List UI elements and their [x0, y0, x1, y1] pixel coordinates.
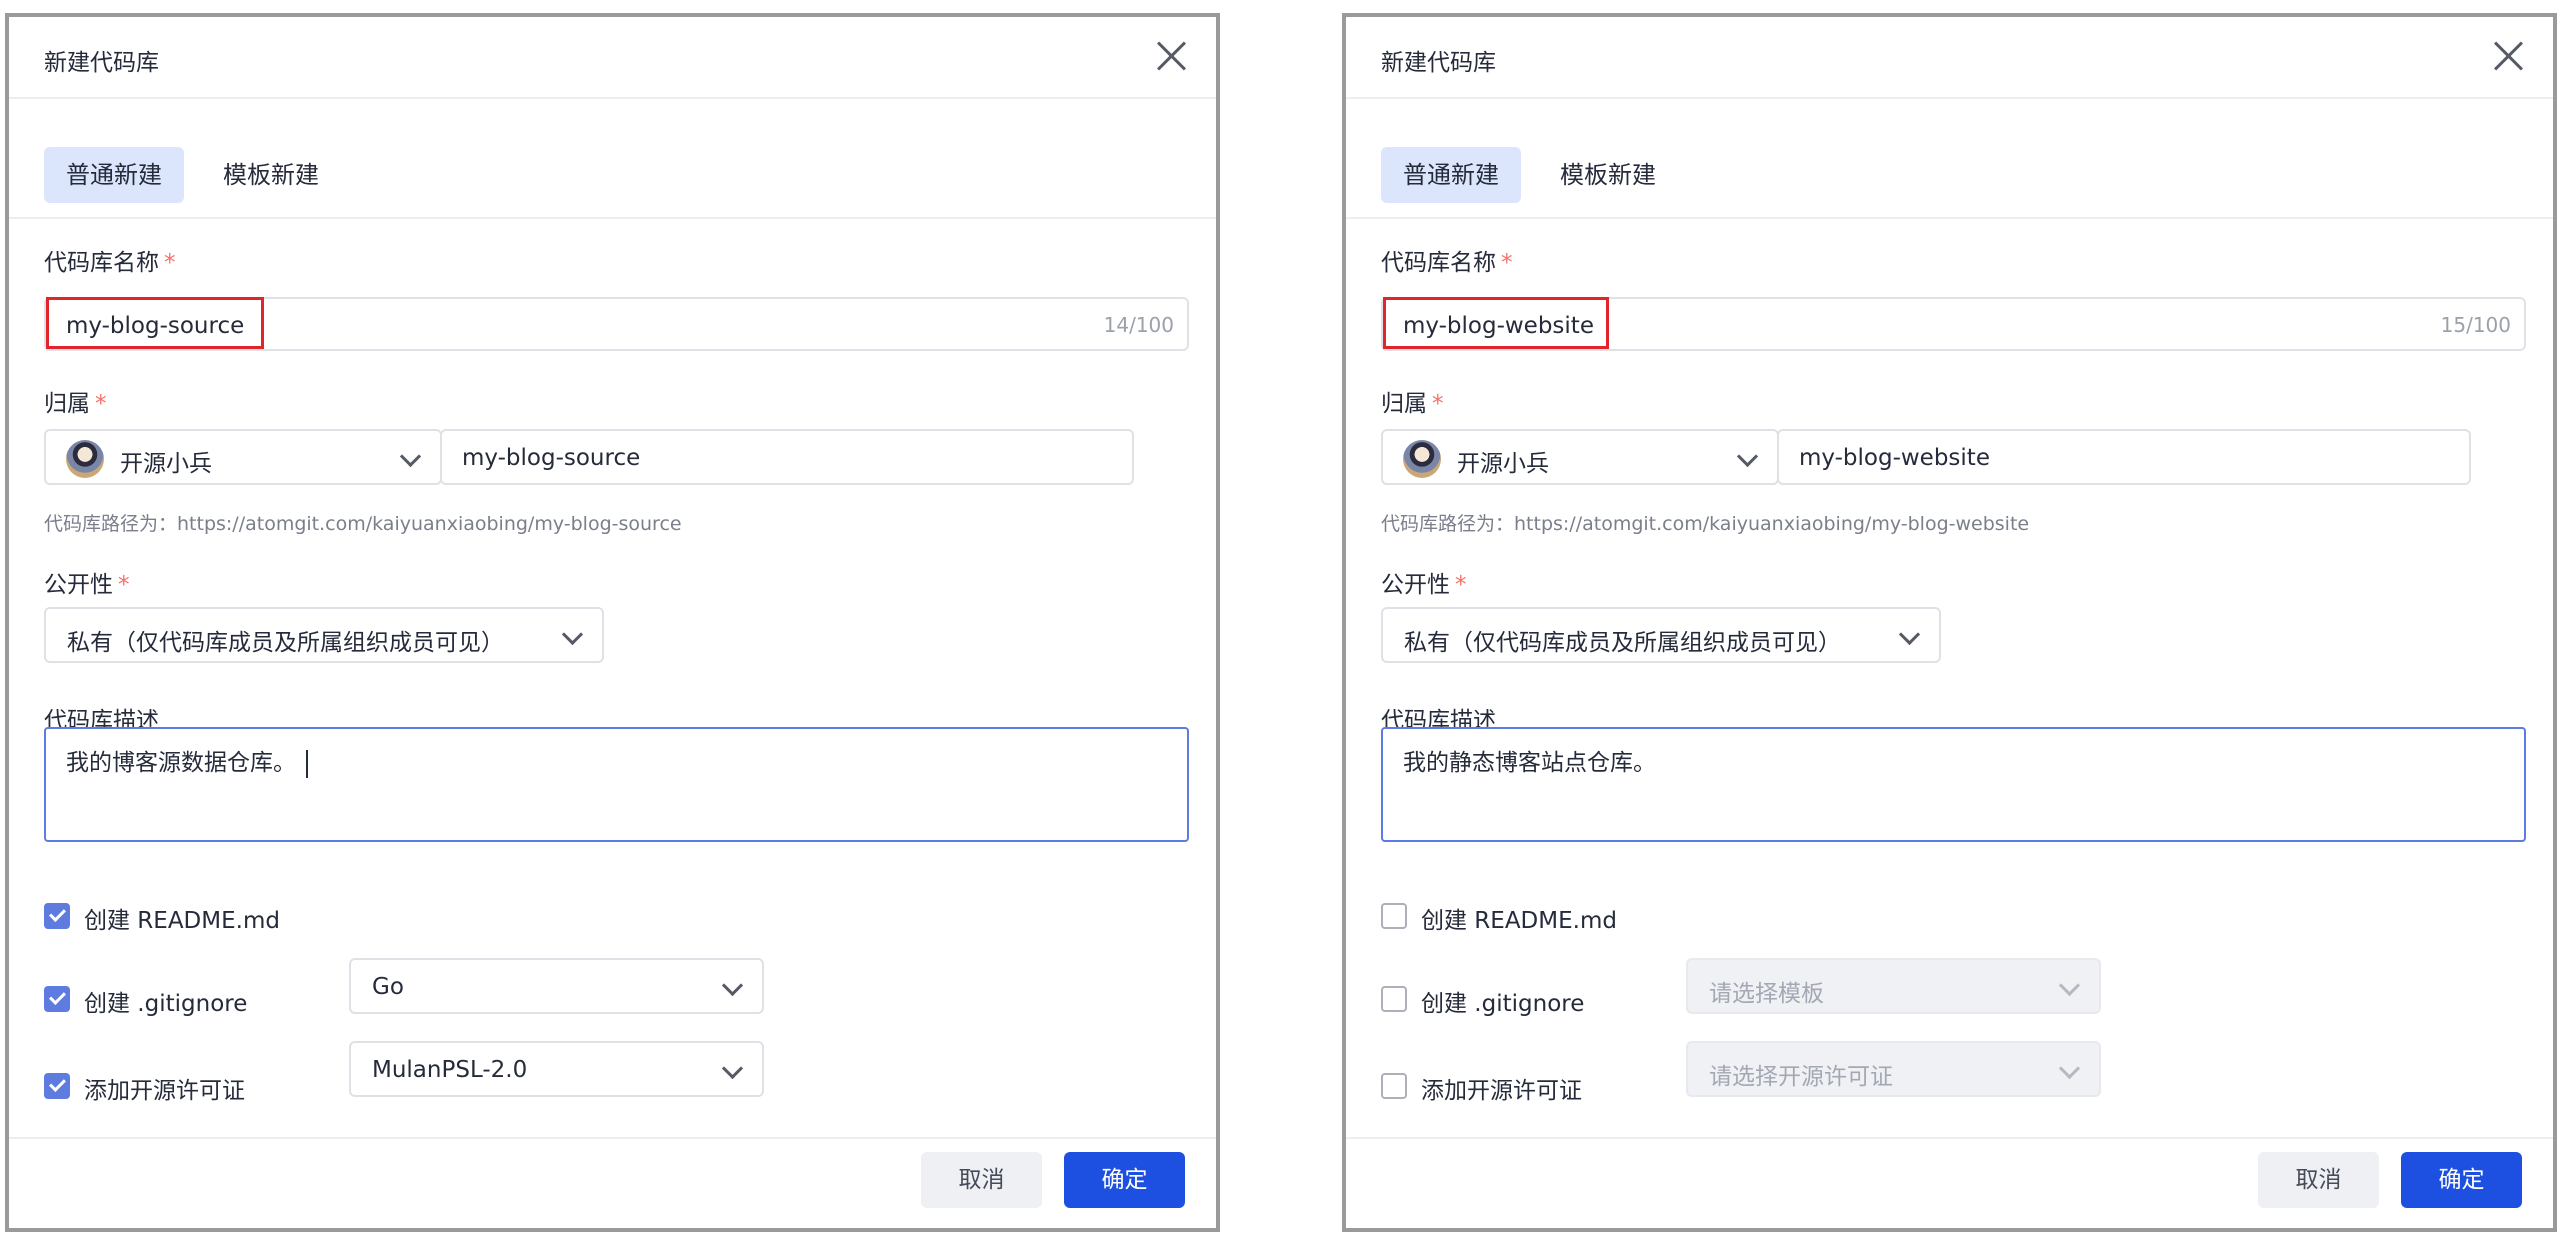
tab-normal-create[interactable]: 普通新建	[1381, 147, 1521, 203]
description-textarea[interactable]: 我的静态博客站点仓库。	[1381, 727, 2526, 842]
license-label: 添加开源许可证	[1421, 1078, 1582, 1104]
readme-label: 创建 README.md	[84, 908, 280, 934]
visibility-select[interactable]: 私有（仅代码库成员及所属组织成员可见）	[44, 607, 604, 663]
required-mark: *	[164, 250, 176, 276]
repo-path-input[interactable]: my-blog-website	[1777, 429, 2471, 485]
repo-name-label: 代码库名称 *	[44, 250, 176, 276]
footer-divider	[9, 1137, 1216, 1139]
chevron-down-icon	[2058, 1057, 2081, 1080]
cancel-button[interactable]: 取消	[921, 1152, 1042, 1208]
owner-select[interactable]: 开源小兵	[1381, 429, 1779, 485]
repo-path-value: my-blog-source	[462, 445, 641, 471]
chevron-down-icon	[1736, 445, 1759, 468]
license-value: MulanPSL-2.0	[372, 1057, 528, 1083]
visibility-label: 公开性 *	[1381, 572, 1467, 598]
cancel-button[interactable]: 取消	[2258, 1152, 2379, 1208]
new-repo-dialog-right: 新建代码库 普通新建 模板新建 代码库名称 * my-blog-website 1…	[1342, 13, 2557, 1232]
highlight-box	[46, 297, 264, 349]
description-value: 我的博客源数据仓库。	[66, 750, 296, 776]
chevron-down-icon	[561, 623, 584, 646]
dialog-title: 新建代码库	[44, 50, 159, 76]
gitignore-checkbox[interactable]	[44, 986, 70, 1012]
highlight-box	[1383, 297, 1609, 349]
visibility-select[interactable]: 私有（仅代码库成员及所属组织成员可见）	[1381, 607, 1941, 663]
avatar	[1403, 440, 1441, 478]
owner-name: 开源小兵	[1457, 451, 1549, 477]
avatar	[66, 440, 104, 478]
tab-bar: 普通新建 模板新建	[9, 99, 1216, 219]
readme-label: 创建 README.md	[1421, 908, 1617, 934]
tab-normal-create[interactable]: 普通新建	[44, 147, 184, 203]
license-label: 添加开源许可证	[84, 1078, 245, 1104]
chevron-down-icon	[721, 1057, 744, 1080]
license-checkbox[interactable]	[1381, 1073, 1407, 1099]
repo-name-input[interactable]: my-blog-source 14/100	[44, 297, 1189, 351]
gitignore-label: 创建 .gitignore	[1421, 991, 1585, 1017]
owner-label: 归属 *	[1381, 391, 1444, 417]
dialog-header: 新建代码库	[9, 17, 1216, 99]
new-repo-dialog-left: 新建代码库 普通新建 模板新建 代码库名称 * my-blog-source 14…	[5, 13, 1220, 1232]
close-icon[interactable]	[1154, 39, 1188, 73]
gitignore-value: Go	[372, 974, 404, 1000]
license-placeholder: 请选择开源许可证	[1709, 1064, 1893, 1090]
chevron-down-icon	[399, 445, 422, 468]
text-caret	[306, 749, 308, 778]
repo-path-hint: 代码库路径为：https://atomgit.com/kaiyuanxiaobi…	[1381, 513, 2030, 535]
gitignore-label: 创建 .gitignore	[84, 991, 248, 1017]
gitignore-placeholder: 请选择模板	[1709, 981, 1824, 1007]
readme-checkbox[interactable]	[44, 903, 70, 929]
confirm-button[interactable]: 确定	[2401, 1152, 2522, 1208]
gitignore-checkbox[interactable]	[1381, 986, 1407, 1012]
repo-name-label: 代码库名称 *	[1381, 250, 1513, 276]
owner-label: 归属 *	[44, 391, 107, 417]
gitignore-select[interactable]: 请选择模板	[1686, 958, 2101, 1014]
license-checkbox[interactable]	[44, 1073, 70, 1099]
visibility-label: 公开性 *	[44, 572, 130, 598]
gitignore-select[interactable]: Go	[349, 958, 764, 1014]
footer-divider	[1346, 1137, 2553, 1139]
license-select[interactable]: 请选择开源许可证	[1686, 1041, 2101, 1097]
close-icon[interactable]	[2491, 39, 2525, 73]
description-value: 我的静态博客站点仓库。	[1403, 750, 1656, 776]
chevron-down-icon	[721, 974, 744, 997]
repo-path-input[interactable]: my-blog-source	[440, 429, 1134, 485]
dialog-title: 新建代码库	[1381, 50, 1496, 76]
chevron-down-icon	[2058, 974, 2081, 997]
char-count: 14/100	[1103, 313, 1174, 337]
dialog-header: 新建代码库	[1346, 17, 2553, 99]
visibility-value: 私有（仅代码库成员及所属组织成员可见）	[67, 630, 504, 656]
tab-template-create[interactable]: 模板新建	[201, 147, 341, 203]
license-select[interactable]: MulanPSL-2.0	[349, 1041, 764, 1097]
description-textarea[interactable]: 我的博客源数据仓库。	[44, 727, 1189, 842]
repo-name-input[interactable]: my-blog-website 15/100	[1381, 297, 2526, 351]
tab-bar: 普通新建 模板新建	[1346, 99, 2553, 219]
char-count: 15/100	[2440, 313, 2511, 337]
visibility-value: 私有（仅代码库成员及所属组织成员可见）	[1404, 630, 1841, 656]
tab-template-create[interactable]: 模板新建	[1538, 147, 1678, 203]
owner-select[interactable]: 开源小兵	[44, 429, 442, 485]
repo-path-hint: 代码库路径为：https://atomgit.com/kaiyuanxiaobi…	[44, 513, 682, 535]
readme-checkbox[interactable]	[1381, 903, 1407, 929]
confirm-button[interactable]: 确定	[1064, 1152, 1185, 1208]
owner-name: 开源小兵	[120, 451, 212, 477]
required-mark: *	[1501, 250, 1513, 276]
repo-path-value: my-blog-website	[1799, 445, 1990, 471]
chevron-down-icon	[1898, 623, 1921, 646]
